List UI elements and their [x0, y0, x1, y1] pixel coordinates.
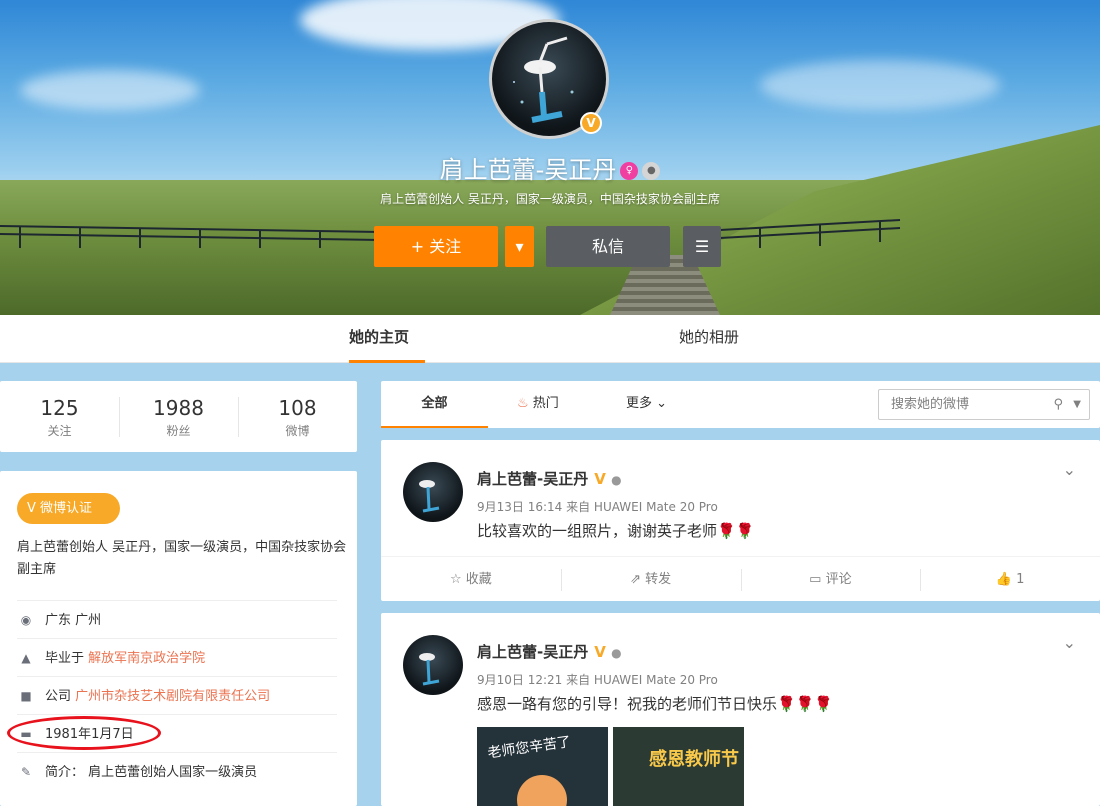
post-card: 肩上芭蕾-吴正丹 V ● 9月10日 12:21 来自 HUAWEI Mate 2… [381, 613, 1100, 806]
comment-label: 评论 [825, 572, 852, 587]
star-icon: ☆ [449, 572, 462, 587]
post-image[interactable]: 老师您辛苦了 [477, 727, 608, 806]
school-prefix: 毕业于 [45, 651, 85, 666]
post-actions: ☆ 收藏 ⇗ 转发 ▭ 评论 👍 1 [381, 556, 1100, 601]
post-username[interactable]: 肩上芭蕾-吴正丹 V ● [477, 468, 622, 489]
post-text-body: 感恩一路有您的引导！祝我的老师们节日快乐 [477, 695, 778, 713]
graduation-cap-icon: ▲ [21, 651, 31, 665]
caret-down-icon[interactable]: ▼ [1073, 390, 1081, 419]
ballet-photo [419, 653, 440, 686]
verified-badge: V [580, 112, 602, 134]
rose-emoji: 🌹🌹🌹 [777, 695, 834, 713]
location-pin-icon: ◉ [20, 613, 32, 627]
info-school: ▲ 毕业于 解放军南京政治学院 [17, 638, 337, 676]
repost-button[interactable]: ⇗ 转发 [560, 557, 741, 601]
info-location: ◉ 广东 广州 [17, 600, 337, 638]
filter-more-label: 更多 [626, 396, 653, 411]
robot-icon: ● [611, 646, 622, 660]
post-text: 比较喜欢的一组照片，谢谢英子老师🌹🌹 [477, 520, 754, 541]
feed-filter-bar: 全部 ♨ 热门 更多 ⌄ 搜索她的微博 ⚲ ▼ [381, 381, 1100, 428]
hamburger-icon: ☰ [694, 237, 710, 256]
image-caption: 老师您辛苦了 [486, 734, 572, 762]
stat-value: 125 [40, 396, 79, 420]
stats-card: 125 关注 1988 粉丝 108 微博 [0, 381, 357, 452]
search-placeholder: 搜索她的微博 [891, 397, 970, 412]
verified-icon: V [594, 643, 606, 661]
stat-label: 关注 [47, 424, 72, 438]
post-avatar[interactable] [403, 462, 463, 522]
post-avatar[interactable] [403, 635, 463, 695]
post-menu-chevron[interactable]: ⌄ [1063, 633, 1076, 652]
post-text-body: 比较喜欢的一组照片，谢谢英子老师 [477, 522, 718, 540]
stat-value: 108 [278, 396, 317, 420]
location-text: 广东 广州 [45, 613, 102, 628]
stat-label: 粉丝 [166, 424, 191, 438]
post-image[interactable]: 感恩教师节 [613, 727, 744, 806]
robot-icon: ● [642, 162, 661, 180]
favorite-button[interactable]: ☆ 收藏 [381, 557, 561, 601]
verified-icon: V [594, 470, 606, 488]
post-username[interactable]: 肩上芭蕾-吴正丹 V ● [477, 641, 622, 662]
profile-tabbar: 她的主页 她的相册 [0, 315, 1100, 363]
username-text: 肩上芭蕾-吴正丹 [477, 470, 589, 488]
username-text: 肩上芭蕾-吴正丹 [477, 643, 589, 661]
search-icon[interactable]: ⚲ [1053, 390, 1063, 419]
robot-icon: ● [611, 473, 622, 487]
stat-posts[interactable]: 108 微博 [238, 381, 357, 452]
like-button[interactable]: 👍 1 [920, 557, 1100, 601]
cloud [760, 60, 1000, 110]
stat-followers[interactable]: 1988 粉丝 [119, 381, 238, 452]
weibo-verified-badge[interactable]: V 微博认证 [17, 493, 120, 524]
school-link[interactable]: 解放军南京政治学院 [88, 651, 205, 666]
image-caption: 感恩教师节 [649, 749, 739, 770]
favorite-label: 收藏 [465, 572, 492, 587]
post-meta: 9月13日 16:14 来自 HUAWEI Mate 20 Pro [477, 500, 718, 514]
company-link[interactable]: 广州市杂技艺术剧院有限责任公司 [75, 689, 270, 704]
filter-hot-label: 热门 [532, 396, 559, 411]
stat-value: 1988 [153, 396, 204, 420]
fire-icon: ♨ [517, 396, 529, 411]
message-button[interactable]: 私信 [546, 226, 670, 267]
profile-info-card: V 微博认证 肩上芭蕾创始人 吴正丹，国家一级演员，中国杂技家协会副主席 ◉ 广东… [0, 471, 357, 806]
follow-dropdown[interactable]: ▾ [505, 226, 534, 267]
stat-following[interactable]: 125 关注 [0, 381, 119, 452]
follow-button[interactable]: + 关注 [374, 226, 498, 267]
thumbs-up-icon: 👍 [995, 572, 1012, 587]
profile-name-text: 肩上芭蕾-吴正丹 [439, 156, 617, 184]
ballet-photo [419, 480, 440, 513]
tab-home[interactable]: 她的主页 [349, 315, 425, 363]
repost-label: 转发 [645, 572, 672, 587]
female-icon: ♀ [620, 162, 639, 180]
cloud [20, 70, 200, 110]
red-annotation-circle [7, 716, 161, 750]
stat-label: 微博 [285, 424, 310, 438]
profile-name: 肩上芭蕾-吴正丹 ♀ ● [0, 150, 1100, 185]
search-input[interactable]: 搜索她的微博 ⚲ ▼ [878, 389, 1090, 420]
caret-down-icon: ▾ [515, 237, 524, 256]
post-text: 感恩一路有您的引导！祝我的老师们节日快乐🌹🌹🌹 [477, 693, 833, 714]
verified-intro: 肩上芭蕾创始人 吴正丹，国家一级演员，中国杂技家协会副主席 [17, 540, 347, 577]
bio-text: 简介： 肩上芭蕾创始人国家一级演员 [45, 765, 258, 780]
tab-album[interactable]: 她的相册 [679, 315, 739, 363]
post-menu-chevron[interactable]: ⌄ [1063, 460, 1076, 479]
rose-emoji: 🌹🌹 [717, 522, 755, 540]
edit-icon: ✎ [20, 765, 32, 779]
post-card: 肩上芭蕾-吴正丹 V ● 9月13日 16:14 来自 HUAWEI Mate 2… [381, 440, 1100, 601]
more-menu-button[interactable]: ☰ [683, 226, 721, 267]
info-company: ■ 公司 广州市杂技艺术剧院有限责任公司 [17, 676, 337, 714]
cartoon-face [517, 775, 567, 806]
like-count: 1 [1016, 572, 1025, 587]
filter-more[interactable]: 更多 ⌄ [626, 381, 667, 428]
filter-hot[interactable]: ♨ 热门 [517, 381, 559, 428]
profile-description: 肩上芭蕾创始人 吴正丹，国家一级演员，中国杂技家协会副主席 [380, 192, 720, 206]
chevron-down-icon: ⌄ [656, 396, 668, 411]
info-bio: ✎ 简介： 肩上芭蕾创始人国家一级演员 [17, 752, 337, 790]
company-prefix: 公司 [45, 689, 72, 704]
comment-button[interactable]: ▭ 评论 [740, 557, 921, 601]
filter-all[interactable]: 全部 [381, 381, 488, 428]
briefcase-icon: ■ [20, 689, 32, 703]
share-icon: ⇗ [630, 572, 641, 587]
comment-icon: ▭ [809, 572, 822, 587]
post-meta: 9月10日 12:21 来自 HUAWEI Mate 20 Pro [477, 673, 718, 687]
